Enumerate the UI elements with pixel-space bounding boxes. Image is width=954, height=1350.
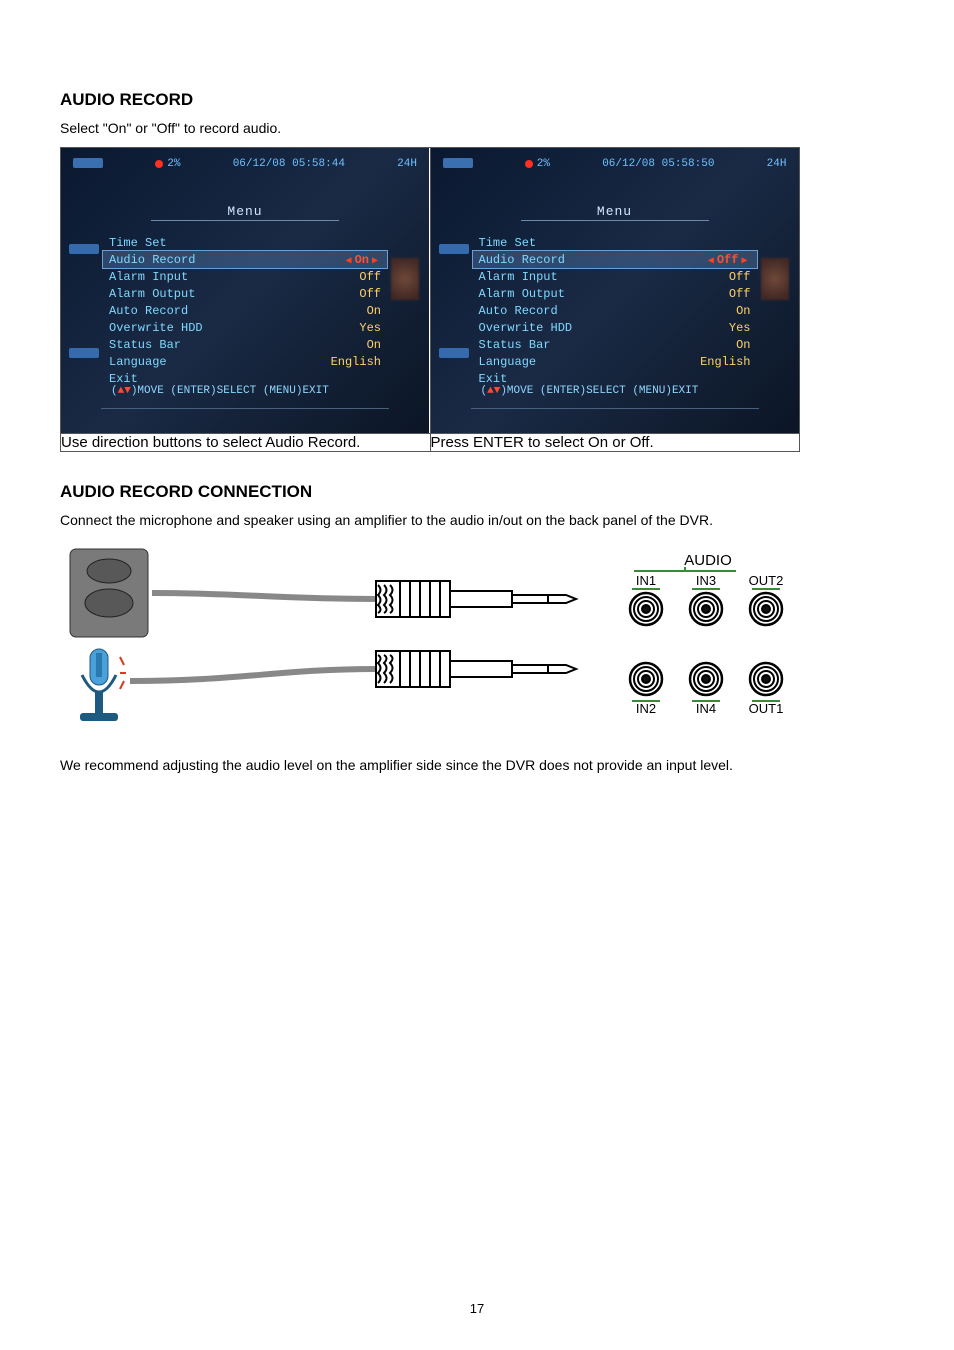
- svg-text:IN4: IN4: [696, 701, 716, 716]
- dvr-audio-panel: AUDIO IN1 IN3 OUT2 IN2 IN4 OUT1: [618, 549, 798, 725]
- menu-row-alarm-output: Alarm OutputOff: [473, 285, 757, 302]
- screenshot-caption-right: Press ENTER to select On or Off.: [430, 434, 800, 452]
- dvr-menu-title: Menu: [431, 204, 799, 219]
- rca-plug-icon: [376, 581, 576, 617]
- dvr-hint: (▲▼)MOVE (ENTER)SELECT (MENU)EXIT: [111, 385, 329, 397]
- menu-row-language: LanguageEnglish: [473, 353, 757, 370]
- svg-text:IN3: IN3: [696, 573, 716, 588]
- audio-cable-top: [152, 593, 376, 599]
- screenshot-caption-left: Use direction buttons to select Audio Re…: [61, 434, 431, 452]
- menu-row-status-bar: Status BarOn: [103, 336, 387, 353]
- dvr-hint: (▲▼)MOVE (ENTER)SELECT (MENU)EXIT: [481, 385, 699, 397]
- page-number: 17: [470, 1301, 484, 1316]
- mic-icon: [80, 649, 126, 721]
- dvr-logo-icon: [443, 158, 473, 168]
- dvr-screenshot-left: 2% 06/12/08 05:58:44 24H Menu Time SetAudio …: [61, 148, 429, 433]
- svg-text:OUT2: OUT2: [749, 573, 784, 588]
- menu-row-time-set: Time Set: [103, 234, 387, 251]
- menu-row-audio-record: Audio Record◀Off▶: [473, 251, 757, 268]
- panel-title: AUDIO: [684, 552, 732, 569]
- menu-row-time-set: Time Set: [473, 234, 757, 251]
- recording-indicator: 2%: [155, 158, 180, 170]
- svg-text:OUT1: OUT1: [749, 701, 784, 716]
- section-heading-connection: AUDIO RECORD CONNECTION: [60, 482, 894, 502]
- connection-para-2: We recommend adjusting the audio level o…: [60, 755, 894, 776]
- svg-text:IN1: IN1: [636, 573, 656, 588]
- dvr-screenshot-right: 2% 06/12/08 05:58:50 24H Menu Time SetAudio …: [431, 148, 799, 433]
- menu-row-auto-record: Auto RecordOn: [103, 302, 387, 319]
- menu-row-language: LanguageEnglish: [103, 353, 387, 370]
- section-intro: Select "On" or "Off" to record audio.: [60, 118, 894, 139]
- menu-row-alarm-output: Alarm OutputOff: [103, 285, 387, 302]
- menu-row-overwrite-hdd: Overwrite HDDYes: [473, 319, 757, 336]
- audio-cable-bottom: [130, 669, 376, 681]
- dvr-logo-icon: [73, 158, 103, 168]
- dvr-datetime: 06/12/08 05:58:44: [233, 158, 345, 170]
- svg-text:IN2: IN2: [636, 701, 656, 716]
- menu-row-overwrite-hdd: Overwrite HDDYes: [103, 319, 387, 336]
- dvr-menu-title: Menu: [61, 204, 429, 219]
- menu-row-audio-record: Audio Record◀On▶: [103, 251, 387, 268]
- audio-connection-diagram: AUDIO IN1 IN3 OUT2 IN2 IN4 OUT1: [60, 541, 800, 731]
- connection-para-1: Connect the microphone and speaker using…: [60, 510, 894, 531]
- menu-row-auto-record: Auto RecordOn: [473, 302, 757, 319]
- section-heading-audio-record: AUDIO RECORD: [60, 90, 894, 110]
- recording-indicator: 2%: [525, 158, 550, 170]
- dvr-datetime: 06/12/08 05:58:50: [602, 158, 714, 170]
- screenshot-pair-table: 2%06/12/08 05:58:4424HMenuTime SetAudio …: [60, 147, 800, 452]
- dvr-mode: 24H: [397, 158, 417, 170]
- menu-row-alarm-input: Alarm InputOff: [103, 268, 387, 285]
- dvr-mode: 24H: [767, 158, 787, 170]
- menu-row-alarm-input: Alarm InputOff: [473, 268, 757, 285]
- rca-plug-icon: [376, 651, 576, 687]
- speaker-icon: [70, 549, 148, 637]
- menu-row-status-bar: Status BarOn: [473, 336, 757, 353]
